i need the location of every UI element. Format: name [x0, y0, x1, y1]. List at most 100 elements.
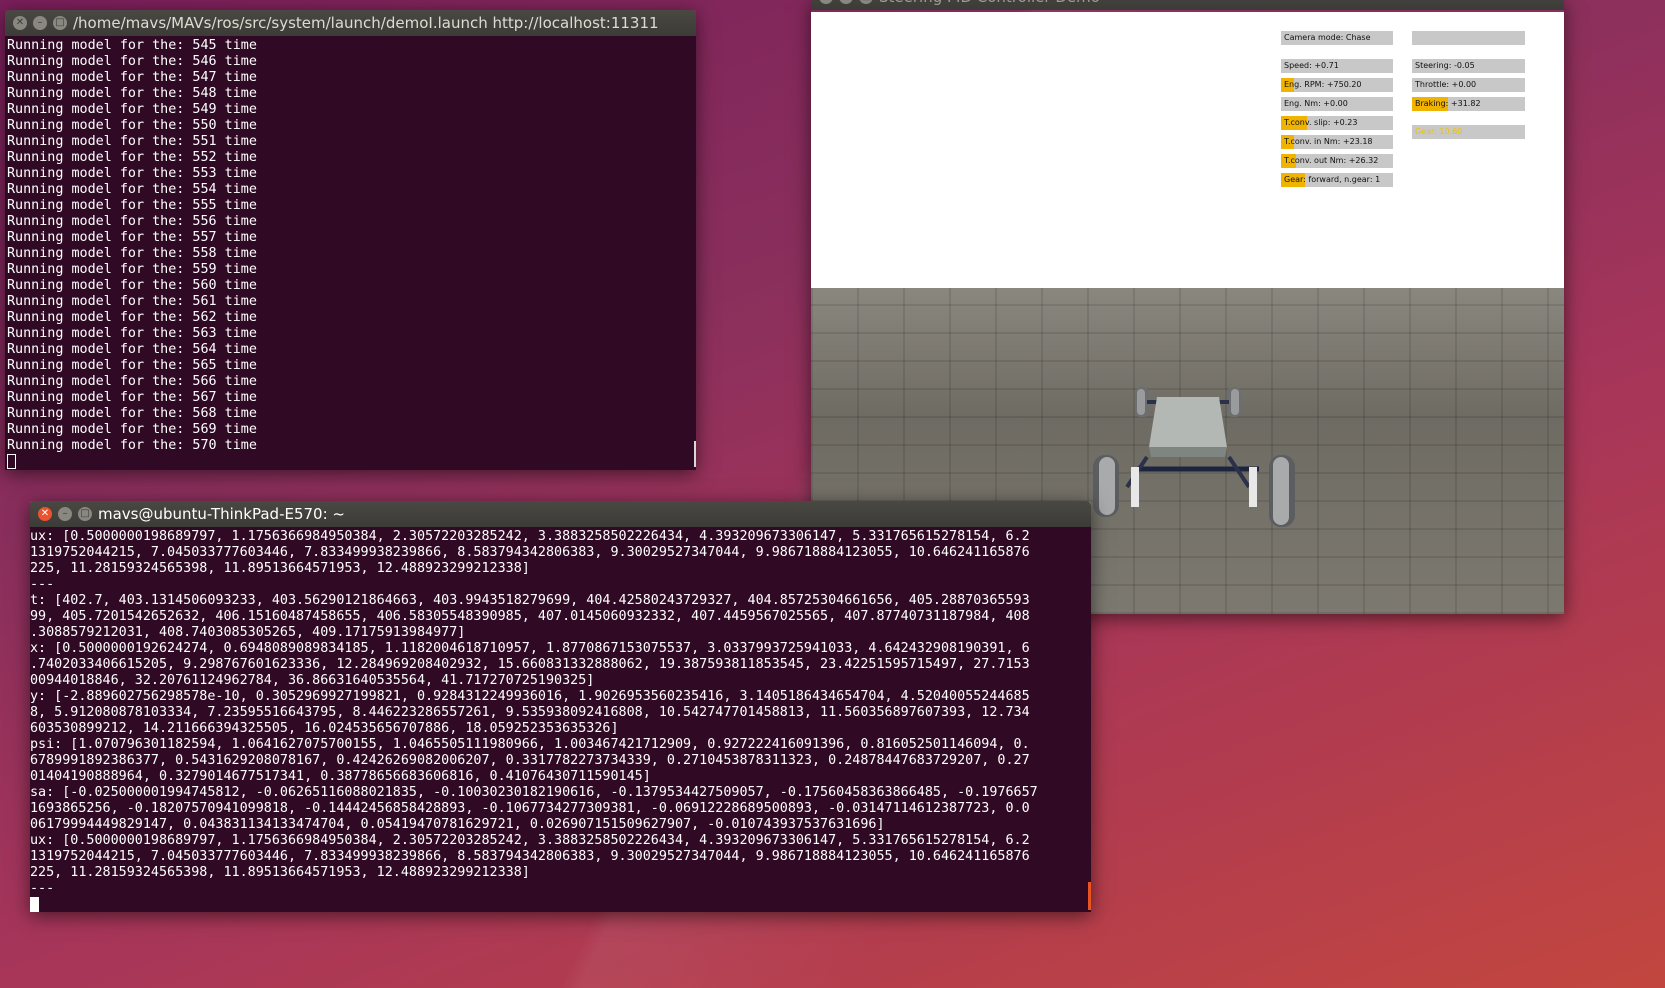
terminal-line: 6789991892386377, 0.5431629208078167, 0.… [30, 753, 1030, 768]
terminal-line: Running model for the: 563 time [7, 326, 257, 341]
sim-window-titlebar[interactable]: ✕ – □ Steering PID Controller Demo [811, 0, 1564, 10]
minimize-icon[interactable]: – [839, 0, 853, 4]
hud-label: Gear: forward, n.gear: 1 [1284, 175, 1381, 184]
hud-label: T.conv. out Nm: +26.32 [1284, 156, 1379, 165]
terminal-line: sa: [-0.025000001994745812, -0.062651160… [30, 785, 1038, 800]
launch-terminal-titlebar[interactable]: ✕ – □ /home/mavs/MAVs/ros/src/system/lau… [5, 10, 696, 36]
hud-label: Braking: +31.82 [1415, 99, 1481, 108]
hud-readout: Gear: forward, n.gear: 1 [1281, 173, 1393, 187]
launch-terminal-output[interactable]: Running model for the: 545 time Running m… [5, 36, 696, 470]
scrollbar[interactable] [1088, 882, 1091, 910]
hud-readout: Steering: -0.05 [1412, 59, 1525, 73]
terminal-line: --- [30, 577, 55, 592]
hud-readout: Gear: 10.60 [1412, 125, 1525, 139]
terminal-line: t: [402.7, 403.1314506093233, 403.562901… [30, 593, 1030, 608]
minimize-icon[interactable]: – [33, 16, 47, 30]
terminal-line: Running model for the: 556 time [7, 214, 257, 229]
hud-readout: Camera mode: Chase [1281, 31, 1393, 45]
terminal-cursor [7, 454, 16, 469]
terminal-line: 1319752044215, 7.045033777603446, 7.8334… [30, 849, 1030, 864]
terminal-line: Running model for the: 561 time [7, 294, 257, 309]
terminal-line: Running model for the: 557 time [7, 230, 257, 245]
terminal-line: Running model for the: 552 time [7, 150, 257, 165]
hud-readout: Braking: +31.82 [1412, 97, 1525, 111]
terminal-line: Running model for the: 553 time [7, 166, 257, 181]
terminal-line: 1319752044215, 7.045033777603446, 7.8334… [30, 545, 1030, 560]
hud-readout: T.conv. in Nm: +23.18 [1281, 135, 1393, 149]
maximize-icon[interactable]: □ [859, 0, 873, 4]
terminal-line: Running model for the: 545 time [7, 38, 257, 53]
hud-label: Throttle: +0.00 [1415, 80, 1477, 89]
terminal-line: Running model for the: 565 time [7, 358, 257, 373]
hud-label: Eng. RPM: +750.20 [1284, 80, 1362, 89]
terminal-line: Running model for the: 554 time [7, 182, 257, 197]
shell-terminal-titlebar[interactable]: ✕ – □ mavs@ubuntu-ThinkPad-E570: ~ [30, 501, 1091, 527]
window-title: mavs@ubuntu-ThinkPad-E570: ~ [98, 505, 345, 523]
hud-label: Gear: 10.60 [1415, 127, 1463, 136]
chassis-body [1149, 397, 1227, 447]
hud-readout: Eng. Nm: +0.00 [1281, 97, 1393, 111]
hud-readout: T.conv. out Nm: +26.32 [1281, 154, 1393, 168]
vehicle-chassis [1093, 387, 1295, 527]
terminal-line: Running model for the: 569 time [7, 422, 257, 437]
terminal-line: Running model for the: 559 time [7, 262, 257, 277]
hud-label: T.conv. in Nm: +23.18 [1284, 137, 1373, 146]
terminal-line: 1693865256, -0.18207570941099818, -0.144… [30, 801, 1030, 816]
hud-label: Camera mode: Chase [1284, 33, 1371, 42]
hud-readout: T.conv. slip: +0.23 [1281, 116, 1393, 130]
scrollbar[interactable] [694, 441, 696, 467]
minimize-icon[interactable]: – [58, 507, 72, 521]
hud-label: Speed: +0.71 [1284, 61, 1339, 70]
suspension-spring-left [1131, 467, 1139, 507]
hud-label: Eng. Nm: +0.00 [1284, 99, 1348, 108]
terminal-line: 603530899212, 14.211666394325505, 16.024… [30, 721, 619, 736]
hud-readout: Throttle: +0.00 [1412, 78, 1525, 92]
terminal-line: 225, 11.28159324565398, 11.8951366457195… [30, 561, 530, 576]
hud-label: T.conv. slip: +0.23 [1284, 118, 1358, 127]
terminal-line: 99, 405.7201542652632, 406.1516048745865… [30, 609, 1030, 624]
front-wheel-right [1269, 455, 1295, 527]
window-title: /home/mavs/MAVs/ros/src/system/launch/de… [73, 14, 659, 32]
hud-readout: Eng. RPM: +750.20 [1281, 78, 1393, 92]
terminal-line: .3088579212031, 408.7403085305265, 409.1… [30, 625, 466, 640]
terminal-line: ux: [0.5000000198689797, 1.1756366984950… [30, 833, 1030, 848]
terminal-line: Running model for the: 567 time [7, 390, 257, 405]
terminal-line: Running model for the: 568 time [7, 406, 257, 421]
terminal-cursor [30, 897, 39, 912]
terminal-line: 225, 11.28159324565398, 11.8951366457195… [30, 865, 530, 880]
terminal-line: x: [0.5000000192624274, 0.69480890898341… [30, 641, 1030, 656]
terminal-line: 06179994449829147, 0.043831134133474704,… [30, 817, 885, 832]
shell-terminal-output[interactable]: ux: [0.5000000198689797, 1.1756366984950… [30, 527, 1091, 912]
terminal-line: Running model for the: 566 time [7, 374, 257, 389]
close-icon[interactable]: ✕ [819, 0, 833, 4]
terminal-line: Running model for the: 547 time [7, 70, 257, 85]
terminal-line: Running model for the: 546 time [7, 54, 257, 69]
launch-terminal-window[interactable]: ✕ – □ /home/mavs/MAVs/ros/src/system/lau… [5, 10, 696, 470]
terminal-line: Running model for the: 560 time [7, 278, 257, 293]
shell-terminal-window[interactable]: ✕ – □ mavs@ubuntu-ThinkPad-E570: ~ ux: [… [30, 501, 1091, 912]
terminal-lines: Running model for the: 545 time Running m… [7, 38, 696, 454]
hud-readout [1412, 31, 1525, 45]
terminal-line: Running model for the: 564 time [7, 342, 257, 357]
hud-label: Steering: -0.05 [1415, 61, 1475, 70]
terminal-line: Running model for the: 562 time [7, 310, 257, 325]
terminal-line: ux: [0.5000000198689797, 1.1756366984950… [30, 529, 1030, 544]
terminal-line: 00944018846, 32.20761124962784, 36.86631… [30, 673, 595, 688]
terminal-line: y: [-2.889602756298578e-10, 0.3052969927… [30, 689, 1030, 704]
close-icon[interactable]: ✕ [38, 507, 52, 521]
maximize-icon[interactable]: □ [53, 16, 67, 30]
terminal-line: Running model for the: 551 time [7, 134, 257, 149]
terminal-line: Running model for the: 555 time [7, 198, 257, 213]
terminal-line: .7402033406615205, 9.298767601623336, 12… [30, 657, 1030, 672]
terminal-line: Running model for the: 549 time [7, 102, 257, 117]
hud-readout: Speed: +0.71 [1281, 59, 1393, 73]
terminal-line: Running model for the: 558 time [7, 246, 257, 261]
close-icon[interactable]: ✕ [13, 16, 27, 30]
rear-wheel-left [1135, 387, 1149, 417]
maximize-icon[interactable]: □ [78, 507, 92, 521]
terminal-line: psi: [1.070796301182594, 1.0641627075700… [30, 737, 1030, 752]
suspension-spring-right [1249, 467, 1257, 507]
front-wheel-left [1093, 455, 1119, 517]
terminal-lines: ux: [0.5000000198689797, 1.1756366984950… [30, 529, 1091, 897]
terminal-line: 8, 5.912080878103334, 7.23595516643795, … [30, 705, 1030, 720]
